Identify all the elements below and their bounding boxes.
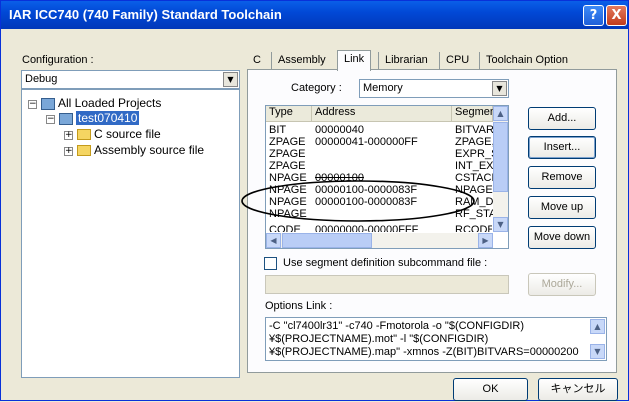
options-line: ¥$(PROJECTNAME).mot" -l "$(CONFIGDIR)	[269, 333, 489, 345]
options-line: ¥$(PROJECTNAME).map" -xmnos -Z(BIT)BITVA…	[269, 346, 579, 358]
remove-button[interactable]: Remove	[528, 166, 596, 189]
options-line: -C "cl7400lr31" -c740 -Fmotorola -o "$(C…	[269, 320, 524, 332]
segment-file-label: Use segment definition subcommand file :	[283, 257, 488, 269]
modify-button[interactable]: Modify...	[528, 273, 596, 296]
insert-button[interactable]: Insert...	[528, 136, 596, 159]
ok-button[interactable]: OK	[453, 378, 528, 401]
chevron-down-icon[interactable]: ▼	[590, 344, 605, 359]
cancel-button[interactable]: キャンセル	[538, 378, 618, 401]
move-down-button[interactable]: Move down	[528, 226, 596, 249]
segment-file-checkbox[interactable]	[264, 257, 277, 270]
options-label: Options Link :	[265, 300, 333, 312]
tab-link[interactable]: Link	[337, 50, 372, 71]
add-button[interactable]: Add...	[528, 107, 596, 130]
options-textarea[interactable]: -C "cl7400lr31" -c740 -Fmotorola -o "$(C…	[265, 317, 607, 361]
main-window: IAR ICC740 (740 Family) Standard Toolcha…	[0, 0, 629, 401]
move-up-button[interactable]: Move up	[528, 196, 596, 219]
segment-file-field[interactable]	[265, 275, 509, 294]
chevron-up-icon[interactable]: ▲	[590, 319, 605, 334]
